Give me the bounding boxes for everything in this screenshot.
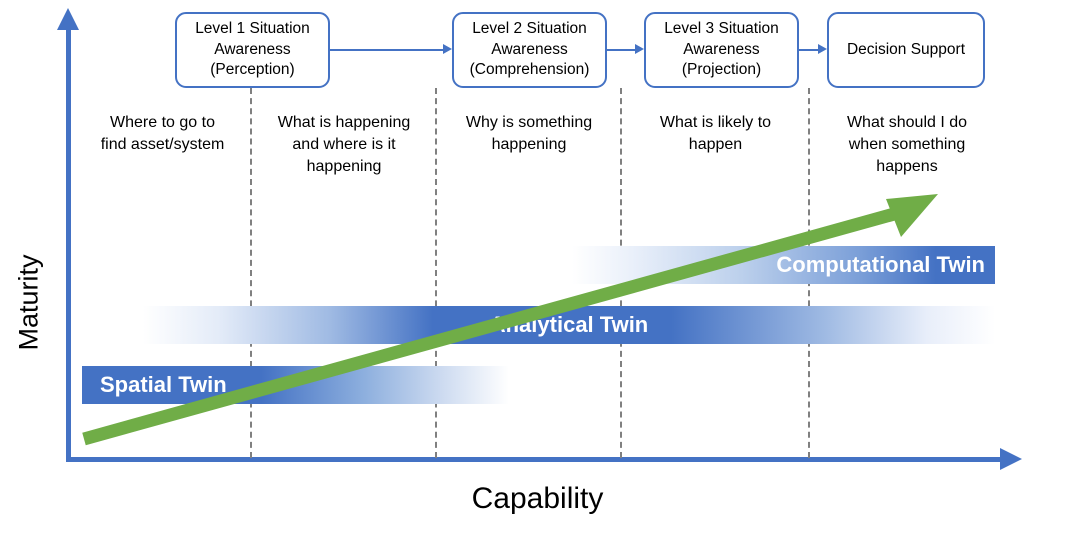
- caption-column-5: What should I do when something happens: [846, 114, 968, 176]
- caption-column-2: What is happening and where is it happenin…: [277, 114, 411, 176]
- connector-level2-to-level3: [607, 49, 636, 51]
- x-axis-arrowhead-icon: [1000, 448, 1022, 470]
- caption-column-1: Where to go to find asset/system: [100, 114, 225, 154]
- bar-analytical-twin-label: Analytical Twin: [489, 312, 649, 337]
- maturity-capability-diagram: Maturity Capability Level 1 Situation Awa…: [0, 0, 1075, 541]
- maturity-trend-arrow-head: [886, 194, 938, 237]
- y-axis-title: Maturity: [13, 254, 44, 351]
- bar-spatial-twin-label: Spatial Twin: [100, 372, 227, 397]
- bar-analytical-twin: Analytical Twin: [143, 306, 995, 344]
- connector-level3-to-decision-arrowhead-icon: [818, 44, 827, 54]
- bar-computational-twin-label: Computational Twin: [776, 252, 985, 277]
- bar-spatial-twin: Spatial Twin: [82, 366, 509, 404]
- connector-level3-to-decision: [799, 49, 819, 51]
- caption-column-4: What is likely to happen: [659, 114, 772, 154]
- stage-box-level-2-situation-awareness[interactable]: Level 2 Situation Awareness (Comprehension…: [452, 12, 607, 88]
- connector-level2-to-level3-arrowhead-icon: [635, 44, 644, 54]
- y-axis-line: [66, 28, 71, 462]
- x-axis-line: [66, 457, 1003, 462]
- stage-box-level-1-situation-awareness[interactable]: Level 1 Situation Awareness (Perception): [175, 12, 330, 88]
- connector-level1-to-level2: [330, 49, 444, 51]
- stage-box-decision-support[interactable]: Decision Support: [827, 12, 985, 88]
- caption-column-3: Why is something happening: [465, 114, 593, 154]
- x-axis-title: Capability: [471, 482, 604, 515]
- y-axis-arrowhead-icon: [57, 8, 79, 30]
- stage-box-level-3-situation-awareness[interactable]: Level 3 Situation Awareness (Projection): [644, 12, 799, 88]
- bar-computational-twin: Computational Twin: [572, 246, 995, 284]
- connector-level1-to-level2-arrowhead-icon: [443, 44, 452, 54]
